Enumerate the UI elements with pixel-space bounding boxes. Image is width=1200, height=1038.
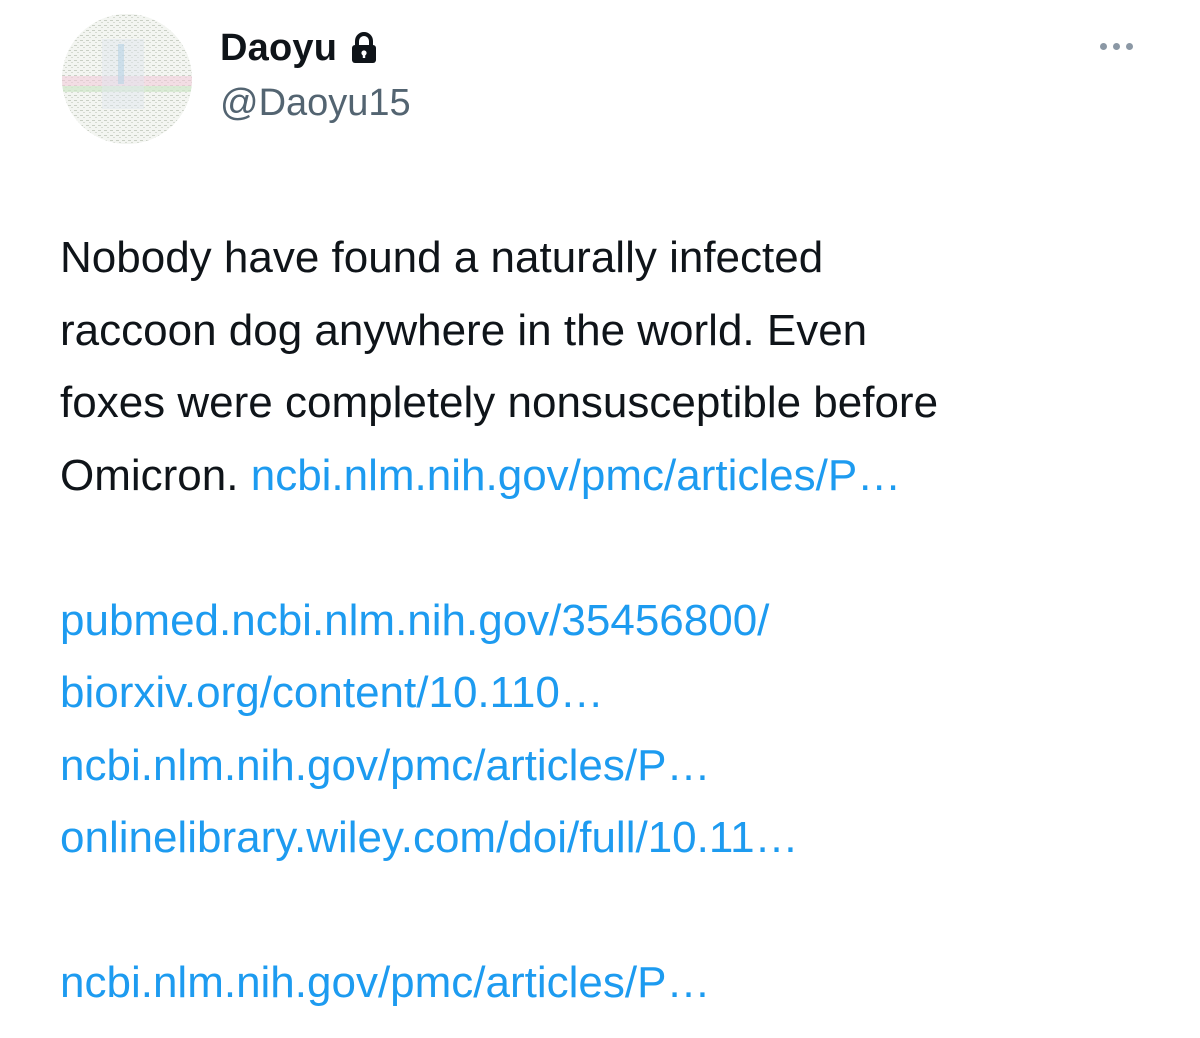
more-dot	[1125, 42, 1133, 50]
avatar-pattern-icon	[62, 14, 192, 144]
tweet-link[interactable]: biorxiv.org/content/10.110…	[60, 668, 604, 717]
line-break	[60, 875, 1170, 948]
tweet-link-line: biorxiv.org/content/10.110…	[60, 657, 1170, 730]
tweet-link[interactable]: ncbi.nlm.nih.gov/pmc/articles/P…	[60, 741, 710, 790]
display-name[interactable]: Daoyu	[220, 27, 337, 70]
author-name-row: Daoyu	[220, 22, 379, 74]
tweet-link-line: onlinelibrary.wiley.com/doi/full/10.11…	[60, 802, 1170, 875]
tweet-link-line: ncbi.nlm.nih.gov/pmc/articles/P…	[60, 730, 1170, 803]
author-handle[interactable]: @Daoyu15	[220, 82, 411, 125]
tweet-text-line: Nobody have found a naturally infected	[60, 233, 824, 282]
line-break	[60, 512, 1170, 585]
tweet-link[interactable]: ncbi.nlm.nih.gov/pmc/articles/P…	[251, 451, 901, 500]
tweet-link-line: pubmed.ncbi.nlm.nih.gov/35456800/	[60, 585, 1170, 658]
more-horizontal-icon[interactable]	[1092, 30, 1140, 62]
tweet-text: Nobody have found a naturally infected r…	[60, 222, 1170, 1020]
lock-icon	[349, 31, 379, 65]
tweet-link[interactable]: onlinelibrary.wiley.com/doi/full/10.11…	[60, 813, 799, 862]
tweet-link-line: ncbi.nlm.nih.gov/pmc/articles/P…	[60, 947, 1170, 1020]
tweet-text-segment: Omicron.	[60, 450, 239, 500]
tweet-text-line: Omicron. ncbi.nlm.nih.gov/pmc/articles/P…	[60, 440, 1170, 513]
tweet-text-line: foxes were completely nonsusceptible bef…	[60, 378, 939, 427]
avatar[interactable]	[62, 14, 192, 144]
tweet-text-line: raccoon dog anywhere in the world. Even	[60, 305, 868, 355]
tweet-link[interactable]: ncbi.nlm.nih.gov/pmc/articles/P…	[60, 958, 710, 1007]
tweet-link[interactable]: pubmed.ncbi.nlm.nih.gov/35456800/	[60, 596, 769, 645]
more-dot	[1099, 42, 1107, 50]
more-dot	[1112, 42, 1120, 50]
